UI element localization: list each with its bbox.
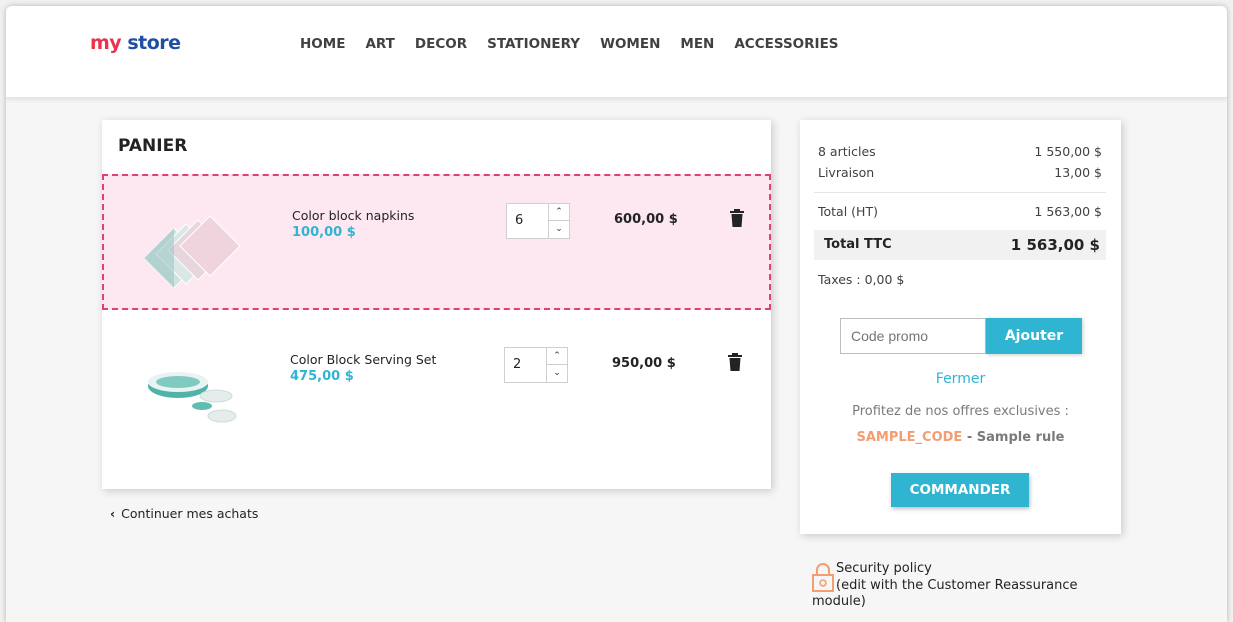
taxes-text: Taxes : 0,00 $ [818, 272, 905, 287]
summary-shipping-row: Livraison 13,00 $ [818, 165, 1102, 180]
lock-icon [812, 563, 834, 592]
serving-set-image[interactable] [132, 346, 252, 456]
nav-men[interactable]: MEN [680, 36, 714, 52]
line-total: 600,00 $ [614, 212, 678, 227]
logo-word-store: store [127, 32, 181, 54]
nav-accessories[interactable]: ACCESSORIES [734, 36, 838, 52]
quantity-spin: ⌃ ⌄ [546, 348, 567, 382]
product-unit-price: 100,00 $ [292, 225, 356, 240]
cart-line: Color Block Serving Set 475,00 $ 2 ⌃ ⌄ 9… [102, 320, 771, 456]
browser-frame: my store HOME ART DECOR STATIONERY WOMEN… [6, 6, 1227, 622]
chevron-down-icon[interactable]: ⌄ [549, 220, 569, 237]
cart-summary: 8 articles 1 550,00 $ Livraison 13,00 $ … [800, 120, 1121, 534]
total-ttc-value: 1 563,00 $ [1010, 236, 1100, 254]
total-ttc-label: Total TTC [824, 237, 892, 252]
reassurance-text: Security policy (edit with the Customer … [836, 560, 1116, 594]
store-logo[interactable]: my store [90, 32, 181, 54]
offer-line: SAMPLE_CODE - Sample rule [800, 430, 1121, 445]
nav-art[interactable]: ART [365, 36, 394, 52]
total-ht-value: 1 563,00 $ [1034, 204, 1102, 219]
cart-title: PANIER [118, 136, 188, 156]
continue-shopping-label: Continuer mes achats [121, 506, 259, 521]
reassurance-subtitle: (edit with the Customer Reassurance [836, 578, 1078, 593]
promo-code-input[interactable] [840, 318, 986, 354]
quantity-stepper[interactable]: 6 ⌃ ⌄ [506, 203, 570, 239]
quantity-value[interactable]: 6 [515, 213, 523, 228]
line-total: 950,00 $ [612, 356, 676, 371]
chevron-left-icon: ‹ [110, 506, 116, 521]
napkins-image[interactable] [134, 202, 254, 288]
shipping-label: Livraison [818, 165, 875, 180]
product-name[interactable]: Color Block Serving Set [290, 352, 436, 367]
total-ht-label: Total (HT) [818, 204, 878, 219]
reassurance-title: Security policy [836, 561, 932, 576]
offers-text: Profitez de nos offres exclusives : [852, 404, 1069, 419]
add-promo-button[interactable]: Ajouter [986, 318, 1082, 354]
nav-home[interactable]: HOME [300, 36, 345, 52]
chevron-down-icon[interactable]: ⌄ [547, 364, 567, 381]
articles-value: 1 550,00 $ [1034, 144, 1102, 159]
cart-panel: PANIER Color block napkins 100,00 $ 6 ⌃ … [102, 120, 771, 489]
nav-decor[interactable]: DECOR [415, 36, 467, 52]
offer-rule: - Sample rule [962, 430, 1065, 445]
articles-label: 8 articles [818, 144, 876, 159]
nav-stationery[interactable]: STATIONERY [487, 36, 580, 52]
trash-icon[interactable] [730, 209, 744, 227]
product-name[interactable]: Color block napkins [292, 208, 414, 223]
reassurance-subtitle-end: module) [812, 594, 866, 609]
continue-shopping-link[interactable]: ‹ Continuer mes achats [110, 506, 258, 521]
summary-divider [814, 192, 1106, 193]
summary-total-ht-row: Total (HT) 1 563,00 $ [818, 204, 1102, 219]
quantity-value[interactable]: 2 [513, 357, 521, 372]
offer-code[interactable]: SAMPLE_CODE [857, 430, 963, 445]
quantity-spin: ⌃ ⌄ [548, 204, 569, 238]
summary-articles-row: 8 articles 1 550,00 $ [818, 144, 1102, 159]
shipping-value: 13,00 $ [1054, 165, 1102, 180]
cart-line: Color block napkins 100,00 $ 6 ⌃ ⌄ 600,0… [102, 174, 771, 310]
main-nav: HOME ART DECOR STATIONERY WOMEN MEN ACCE… [300, 36, 859, 52]
nav-women[interactable]: WOMEN [600, 36, 660, 52]
product-unit-price: 475,00 $ [290, 369, 354, 384]
site-header: my store HOME ART DECOR STATIONERY WOMEN… [6, 6, 1227, 98]
total-ttc-row: Total TTC 1 563,00 $ [814, 230, 1106, 260]
chevron-up-icon[interactable]: ⌃ [549, 204, 569, 220]
chevron-up-icon[interactable]: ⌃ [547, 348, 567, 364]
quantity-stepper[interactable]: 2 ⌃ ⌄ [504, 347, 568, 383]
close-promo-link[interactable]: Fermer [800, 371, 1121, 387]
trash-icon[interactable] [728, 353, 742, 371]
logo-word-my: my [90, 32, 122, 54]
checkout-button[interactable]: COMMANDER [891, 473, 1029, 507]
